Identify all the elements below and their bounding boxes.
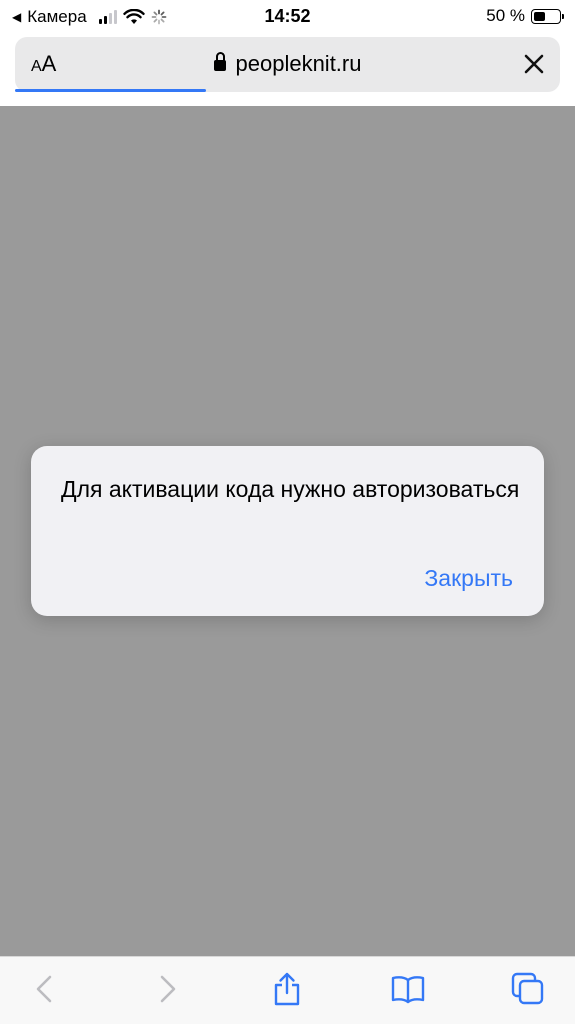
battery-icon — [531, 8, 564, 24]
alert-dialog: Для активации кода нужно авторизоваться … — [31, 446, 544, 616]
battery-status: 50 % — [486, 6, 564, 26]
page-load-progress — [15, 89, 206, 92]
forward-icon — [160, 975, 176, 1003]
tabs-button[interactable] — [510, 971, 546, 1007]
tabs-icon — [511, 972, 544, 1005]
battery-percent: 50 % — [486, 6, 525, 25]
bookmarks-button[interactable] — [390, 971, 426, 1007]
url-display[interactable]: peopleknit.ru — [15, 51, 560, 77]
close-button[interactable]: Закрыть — [424, 565, 513, 592]
browser-address-area: AA peopleknit.ru — [0, 34, 575, 106]
bottom-toolbar — [0, 956, 575, 1024]
alert-message: Для активации кода нужно авторизоваться — [61, 476, 520, 502]
forward-button[interactable] — [148, 971, 184, 1007]
back-icon — [36, 975, 52, 1003]
share-icon — [274, 972, 300, 1006]
bookmarks-icon — [391, 976, 425, 1004]
status-bar: ◀ Камера 14:52 50 % — [0, 0, 575, 34]
address-bar[interactable]: AA peopleknit.ru — [15, 37, 560, 92]
share-button[interactable] — [269, 971, 305, 1007]
url-text: peopleknit.ru — [235, 51, 362, 76]
back-button[interactable] — [28, 971, 64, 1007]
close-icon[interactable] — [522, 52, 546, 76]
lock-icon — [213, 52, 226, 71]
